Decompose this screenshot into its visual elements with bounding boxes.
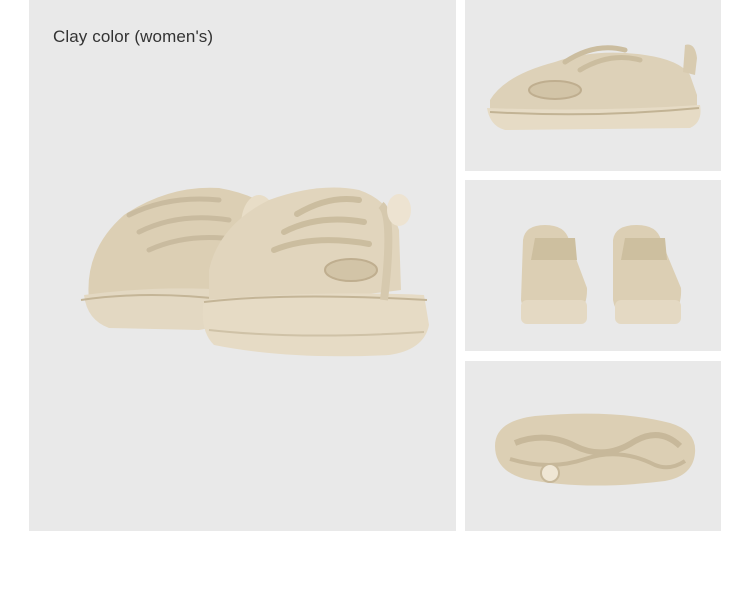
outsole-image bbox=[465, 361, 721, 531]
sneaker-side-illustration bbox=[487, 44, 701, 130]
side-profile-image bbox=[465, 0, 721, 171]
rear-left-shoe bbox=[521, 225, 588, 324]
main-product-image: Clay color (women's) bbox=[29, 0, 456, 531]
rear-view-image bbox=[465, 180, 721, 351]
sneaker-outsole-illustration bbox=[495, 413, 696, 486]
sneaker-pair-illustration bbox=[80, 187, 429, 357]
sneaker-rear-illustration bbox=[521, 225, 682, 324]
rear-right-shoe bbox=[613, 225, 682, 324]
